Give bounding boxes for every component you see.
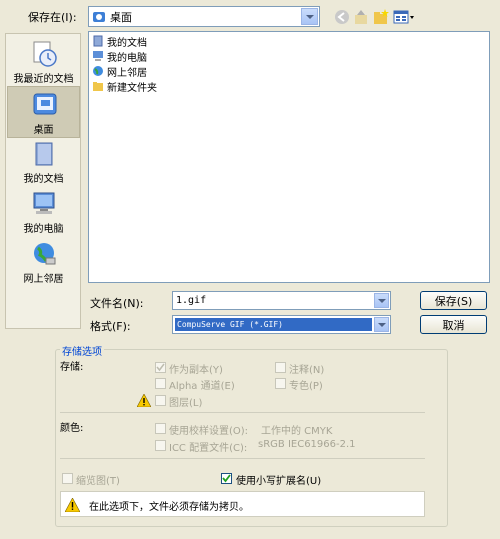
format-value: CompuServe GIF (*.GIF) [175, 318, 372, 331]
file-name: 我的文档 [107, 37, 147, 49]
new-folder-icon[interactable] [372, 8, 390, 26]
cancel-button[interactable]: 取消 [420, 315, 487, 334]
warning-message-box: 在此选项下，文件必须存储为拷贝。 [60, 491, 425, 517]
save-options-title: 存储选项 [60, 343, 104, 358]
save-in-value: 桌面 [110, 10, 132, 24]
place-network[interactable]: 网上邻居 [7, 236, 80, 288]
back-icon[interactable] [333, 8, 351, 26]
view-menu-icon[interactable] [393, 8, 415, 26]
my-documents-icon [30, 140, 58, 168]
place-label: 桌面 [33, 125, 54, 136]
place-mycomputer[interactable]: 我的电脑 [7, 186, 80, 238]
places-bar: 我最近的文档 桌面 我的文档 我的电脑 网上邻居 [5, 33, 81, 329]
layers-label: 图层(L) [169, 398, 203, 409]
my-computer-icon [92, 50, 104, 62]
notes-checkbox[interactable] [275, 362, 286, 373]
save-label: 存储: [60, 362, 84, 373]
lowercase-extension-label: 使用小写扩展名(U) [236, 476, 322, 487]
folder-icon [92, 80, 104, 92]
filename-value: 1.gif [176, 295, 207, 306]
list-item[interactable]: 我的文档 [92, 34, 147, 49]
color-label: 颜色: [60, 423, 84, 434]
proof-label: 使用校样设置(O): [169, 426, 249, 437]
thumbnail-label: 缩览图(T) [76, 476, 120, 487]
chevron-down-icon[interactable] [301, 8, 318, 25]
icc-value: sRGB IEC61966-2.1 [258, 439, 356, 450]
filename-label: 文件名(N): [90, 297, 144, 310]
my-computer-icon [30, 190, 58, 218]
filename-input[interactable]: 1.gif [172, 291, 391, 310]
desktop-icon [92, 10, 106, 24]
save-button[interactable]: 保存(S) [420, 291, 487, 310]
as-copy-checkbox[interactable] [155, 362, 166, 373]
warning-text: 在此选项下，文件必须存储为拷贝。 [89, 502, 249, 513]
divider [60, 412, 425, 413]
place-recent[interactable]: 我最近的文档 [7, 36, 80, 88]
format-dropdown[interactable]: CompuServe GIF (*.GIF) [172, 315, 391, 334]
recent-documents-icon [30, 40, 58, 68]
notes-label: 注释(N) [289, 365, 325, 376]
place-label: 网上邻居 [23, 274, 64, 285]
layers-checkbox[interactable] [155, 395, 166, 406]
proof-checkbox[interactable] [155, 423, 166, 434]
file-name: 网上邻居 [107, 67, 147, 79]
list-item[interactable]: 新建文件夹 [92, 79, 157, 94]
icc-checkbox[interactable] [155, 440, 166, 451]
as-copy-label: 作为副本(Y) [169, 365, 223, 376]
warning-icon [136, 393, 152, 410]
place-mydocs[interactable]: 我的文档 [7, 136, 80, 188]
place-label: 我最近的文档 [13, 74, 74, 85]
warning-icon [64, 497, 81, 515]
alpha-label: Alpha 通道(E) [169, 381, 235, 392]
place-label: 我的电脑 [23, 224, 64, 235]
file-list[interactable]: 我的文档 我的电脑 网上邻居 新建文件夹 [88, 31, 490, 283]
lowercase-extension-checkbox[interactable] [221, 473, 232, 484]
divider [60, 458, 425, 459]
file-name: 新建文件夹 [107, 82, 157, 94]
list-item[interactable]: 网上邻居 [92, 64, 147, 79]
proof-value: 工作中的 CMYK [261, 426, 333, 437]
my-documents-icon [92, 35, 104, 47]
thumbnail-checkbox[interactable] [62, 473, 73, 484]
desktop-icon [31, 91, 59, 119]
place-label: 我的文档 [23, 174, 64, 185]
format-label: 格式(F): [90, 320, 131, 333]
network-globe-icon [30, 240, 58, 268]
chevron-down-icon[interactable] [374, 293, 389, 308]
up-folder-icon[interactable] [352, 8, 370, 26]
file-name: 我的电脑 [107, 52, 147, 64]
network-globe-icon [92, 65, 104, 77]
chevron-down-icon[interactable] [374, 317, 389, 332]
spot-checkbox[interactable] [275, 378, 286, 389]
alpha-checkbox[interactable] [155, 378, 166, 389]
icc-label: ICC 配置文件(C): [169, 443, 248, 454]
save-in-label: 保存在(I): [28, 11, 77, 24]
spot-label: 专色(P) [289, 381, 323, 392]
list-item[interactable]: 我的电脑 [92, 49, 147, 64]
place-desktop[interactable]: 桌面 [7, 86, 80, 138]
save-in-dropdown[interactable]: 桌面 [88, 6, 320, 27]
